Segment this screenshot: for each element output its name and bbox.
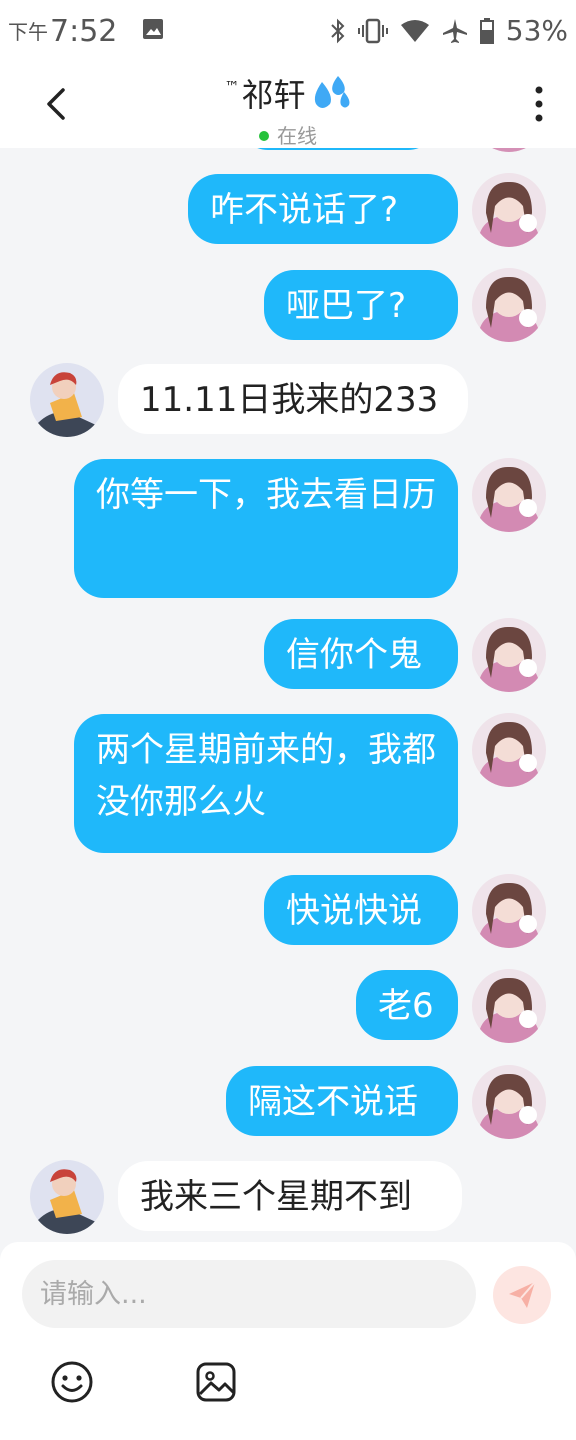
online-status-label: 在线 xyxy=(277,124,317,148)
wifi-icon xyxy=(400,19,429,42)
send-icon xyxy=(509,1281,536,1308)
message-bubble[interactable]: 哑巴了? xyxy=(264,270,458,340)
status-bar: 下午7:52 53% xyxy=(0,0,576,62)
online-dot xyxy=(259,131,269,141)
message-input[interactable] xyxy=(22,1260,476,1328)
my-avatar[interactable] xyxy=(472,618,546,692)
status-clock: 7:52 xyxy=(50,14,118,49)
my-avatar[interactable] xyxy=(472,1065,546,1139)
message-bubble[interactable]: 信你个鬼 xyxy=(264,619,458,689)
message-bubble[interactable]: 11.11日我来的233 xyxy=(118,364,468,434)
my-avatar[interactable] xyxy=(472,713,546,787)
status-time: 下午7:52 xyxy=(8,14,117,49)
partial-message-bubble xyxy=(238,148,438,150)
bluetooth-icon xyxy=(331,18,345,43)
chat-title: ™祁轩 xyxy=(224,76,351,114)
input-bar xyxy=(0,1242,576,1440)
my-avatar[interactable] xyxy=(472,874,546,948)
message-bubble[interactable]: 我来三个星期不到 xyxy=(118,1161,462,1231)
online-status: 在线 xyxy=(0,120,576,149)
my-avatar[interactable] xyxy=(472,458,546,532)
status-ampm: 下午 xyxy=(8,20,48,44)
my-avatar[interactable] xyxy=(472,148,546,152)
contact-name: 祁轩 xyxy=(241,76,306,114)
battery-icon xyxy=(479,17,494,44)
gallery-notification-icon xyxy=(143,19,163,39)
message-bubble[interactable]: 咋不说话了? xyxy=(188,174,458,244)
message-bubble[interactable]: 两个星期前来的，我都没你那么火 xyxy=(74,714,458,853)
image-icon[interactable] xyxy=(194,1360,238,1404)
my-avatar[interactable] xyxy=(472,969,546,1043)
airplane-icon xyxy=(442,18,467,43)
message-bubble[interactable]: 快说快说 xyxy=(264,875,458,945)
sweat-droplets-icon xyxy=(314,76,349,108)
my-avatar[interactable] xyxy=(472,268,546,342)
send-button[interactable] xyxy=(493,1266,551,1324)
message-bubble[interactable]: 老6 xyxy=(356,970,458,1040)
vibrate-icon xyxy=(357,18,388,43)
trademark-mark: ™ xyxy=(224,78,240,96)
emoji-icon[interactable] xyxy=(50,1360,94,1404)
chat-message-list[interactable]: 咋不说话了? 哑巴了? 11.11日我来的233 你等一下，我去看日历 信你个鬼… xyxy=(0,148,576,1242)
contact-avatar[interactable] xyxy=(30,363,104,437)
more-vertical-icon[interactable] xyxy=(532,84,546,124)
chat-header: ™祁轩 在线 xyxy=(0,62,576,148)
battery-percent: 53% xyxy=(505,14,568,47)
contact-avatar[interactable] xyxy=(30,1160,104,1234)
message-bubble[interactable]: 隔这不说话 xyxy=(226,1066,458,1136)
message-bubble[interactable]: 你等一下，我去看日历 xyxy=(74,459,458,598)
chat-title-wrap: ™祁轩 xyxy=(0,70,576,116)
my-avatar[interactable] xyxy=(472,173,546,247)
